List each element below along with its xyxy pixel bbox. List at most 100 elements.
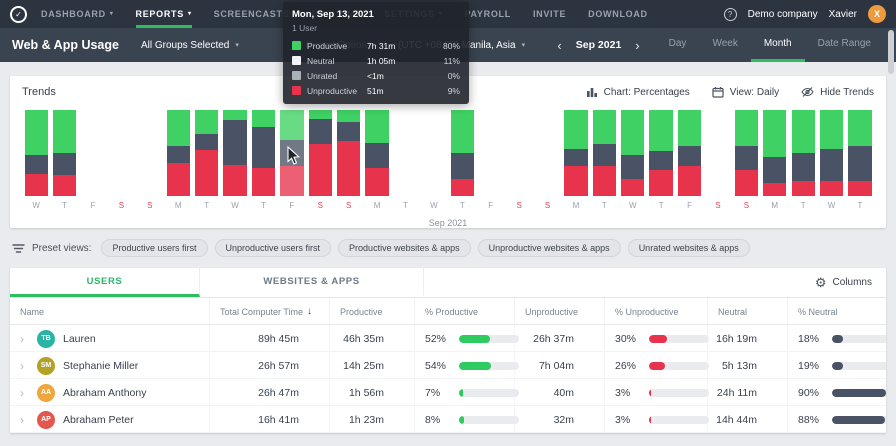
chart-bar-segment-productive	[450, 110, 474, 153]
pct-unproductive-bar	[649, 415, 709, 424]
table-row[interactable]: › AP Abraham Peter 16h 41m 1h 23m 8% 32m…	[10, 406, 886, 433]
pct-neutral-cell: 88%	[788, 406, 886, 433]
range-tab-month[interactable]: Month	[750, 28, 805, 62]
chart-day-slot	[590, 110, 618, 196]
productive-time-cell: 1h 23m	[330, 406, 415, 433]
nav-reports[interactable]: REPORTS ▾	[135, 0, 192, 28]
next-period-button[interactable]: ›	[635, 39, 639, 52]
chart-bar[interactable]	[450, 110, 474, 196]
range-tab-day[interactable]: Day	[656, 28, 700, 62]
chart-bar[interactable]	[621, 110, 645, 196]
row-expander-icon[interactable]: ›	[20, 360, 29, 372]
col-header-neutral[interactable]: Neutral	[708, 298, 788, 325]
groups-dropdown[interactable]: All Groups Selected ▾	[141, 40, 239, 51]
hide-trends-toggle[interactable]: Hide Trends	[801, 86, 874, 98]
row-expander-icon[interactable]: ›	[20, 333, 29, 345]
col-header-pct-neutral[interactable]: % Neutral	[788, 298, 886, 325]
tab-users[interactable]: USERS	[10, 268, 200, 297]
chart-bar[interactable]	[649, 110, 673, 196]
range-tab-date-range[interactable]: Date Range	[805, 28, 884, 62]
chart-bar-segment-neutral	[194, 134, 219, 150]
chart-bar-segment-neutral	[450, 153, 474, 179]
chart-bar[interactable]	[819, 110, 844, 197]
chart-day-label: S	[147, 201, 153, 210]
range-tabs: Day Week Month Date Range	[656, 28, 884, 62]
chart-bar[interactable]	[223, 110, 247, 196]
nav-screencasts[interactable]: SCREENCASTS	[214, 0, 290, 28]
col-header-productive[interactable]: Productive	[330, 298, 415, 325]
chart-bar-segment-unproductive	[450, 178, 474, 196]
chart-bar[interactable]	[337, 110, 361, 197]
chart-bar[interactable]	[365, 110, 389, 196]
nav-dashboard[interactable]: DASHBOARD ▾	[41, 0, 114, 28]
chart-bar[interactable]	[763, 110, 787, 196]
chart-day-slot	[420, 110, 448, 196]
nav-payroll[interactable]: PAYROLL	[465, 0, 511, 28]
chart-bar[interactable]	[24, 110, 48, 196]
chart-bar[interactable]	[166, 110, 190, 197]
chart-bar-segment-productive	[791, 110, 815, 153]
chart-bar[interactable]	[251, 110, 276, 196]
chart-day-label: W	[231, 201, 239, 210]
pct-unproductive-cell: 3%	[605, 406, 709, 433]
chart-day-label: S	[118, 201, 125, 210]
chart-bar[interactable]	[791, 110, 815, 196]
tab-websites-apps[interactable]: WEBSITES & APPS	[200, 268, 424, 297]
chart-day-slot	[732, 110, 760, 196]
columns-button[interactable]: ⚙ Columns	[815, 268, 872, 297]
chart-bar[interactable]	[194, 110, 219, 196]
pct-productive-cell: 54%	[415, 352, 519, 379]
chart-bar[interactable]	[592, 110, 616, 196]
pct-unproductive-bar	[649, 388, 709, 397]
neutral-time-cell: 24h 11m	[708, 379, 788, 406]
col-header-name[interactable]: Name	[10, 298, 210, 325]
chart-bar[interactable]	[52, 110, 77, 196]
prev-period-button[interactable]: ‹	[557, 39, 561, 52]
user-avatar[interactable]: X	[868, 5, 886, 23]
chart-bar[interactable]	[308, 110, 332, 196]
page-title: Web & App Usage	[12, 38, 119, 52]
nav-download[interactable]: DOWNLOAD	[588, 0, 648, 28]
chart-type-toggle[interactable]: Chart: Percentages	[586, 86, 690, 98]
avatar: SM	[37, 356, 55, 375]
chart-bar-segment-neutral	[848, 146, 872, 181]
app-logo[interactable]: ✓	[10, 5, 27, 23]
col-header-pct-unproductive[interactable]: % Unproductive	[605, 298, 708, 325]
pct-neutral-bar	[832, 361, 886, 370]
table-row[interactable]: › TB Lauren 89h 45m 46h 35m 52% 26h 37m …	[10, 325, 886, 352]
chart-bar[interactable]	[848, 110, 872, 197]
help-icon[interactable]: ?	[723, 7, 737, 21]
table-row[interactable]: › SM Stephanie Miller 26h 57m 14h 25m 54…	[10, 352, 886, 379]
chart-bar[interactable]	[677, 110, 702, 196]
chart-bar[interactable]	[734, 110, 759, 196]
pct-unproductive-cell: 26%	[605, 352, 709, 379]
chart-day-slot	[363, 110, 391, 196]
chart-bar[interactable]	[564, 110, 588, 196]
current-user-name[interactable]: Xavier	[829, 9, 857, 20]
row-expander-icon[interactable]: ›	[20, 387, 29, 399]
chart-bar-segment-productive	[251, 110, 276, 128]
chart-day-label: F	[289, 201, 295, 210]
preset-productive-users[interactable]: Productive users first	[101, 239, 208, 257]
table-row[interactable]: › AA Abraham Anthony 26h 47m 1h 56m 7% 4…	[10, 379, 886, 406]
row-expander-icon[interactable]: ›	[20, 414, 29, 426]
preset-unrated-websites[interactable]: Unrated websites & apps	[627, 239, 750, 257]
range-tab-week[interactable]: Week	[699, 28, 750, 62]
col-header-unproductive[interactable]: Unproductive	[515, 298, 605, 325]
preset-unproductive-websites[interactable]: Unproductive websites & apps	[477, 239, 621, 257]
chart-bar-segment-productive	[564, 110, 588, 149]
productive-time-cell: 46h 35m	[330, 325, 415, 352]
chart-bar-segment-productive	[166, 110, 190, 147]
col-header-pct-productive[interactable]: % Productive	[415, 298, 515, 325]
chart-day-label: T	[601, 201, 607, 210]
bar-chart-icon	[586, 88, 597, 97]
nav-invite[interactable]: INVITE	[533, 0, 566, 28]
view-mode-toggle[interactable]: View: Daily	[712, 86, 779, 98]
chart-day-slot	[391, 110, 419, 196]
col-header-total-computer-time[interactable]: Total Computer Time ↓	[210, 298, 330, 325]
preset-unproductive-users[interactable]: Unproductive users first	[214, 239, 332, 257]
preset-productive-websites[interactable]: Productive websites & apps	[338, 239, 471, 257]
scrollbar-thumb[interactable]	[888, 30, 894, 74]
chart-bar[interactable]	[280, 110, 304, 196]
chart-bar-segment-neutral	[649, 151, 673, 171]
